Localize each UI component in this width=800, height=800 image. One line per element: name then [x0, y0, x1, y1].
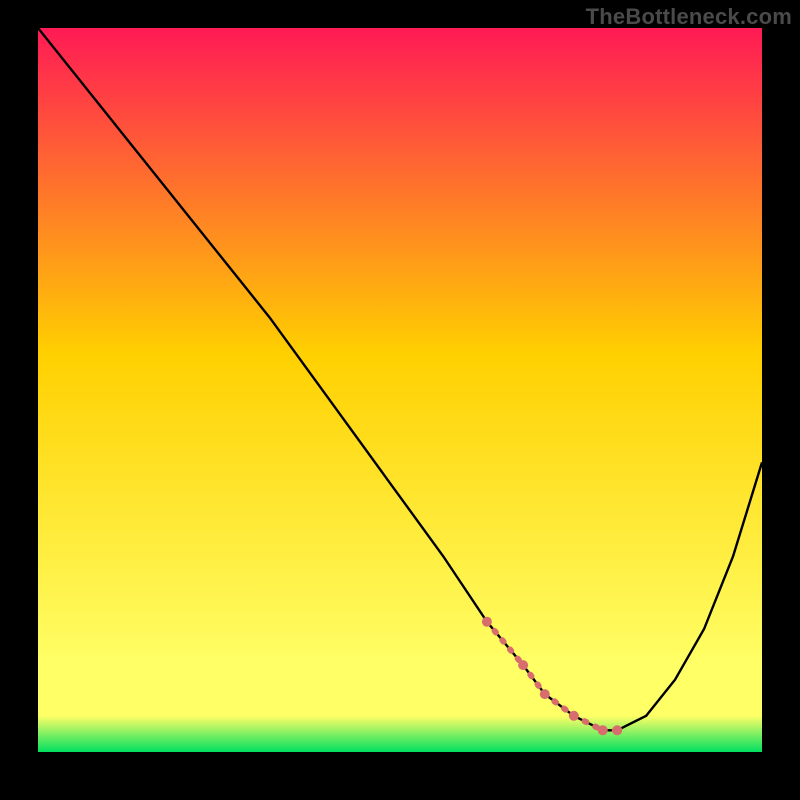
gradient-background	[38, 28, 762, 752]
watermark-label: TheBottleneck.com	[586, 4, 792, 30]
chart-plot-area	[38, 28, 762, 752]
chart-svg	[38, 28, 762, 752]
chart-frame: TheBottleneck.com	[0, 0, 800, 800]
